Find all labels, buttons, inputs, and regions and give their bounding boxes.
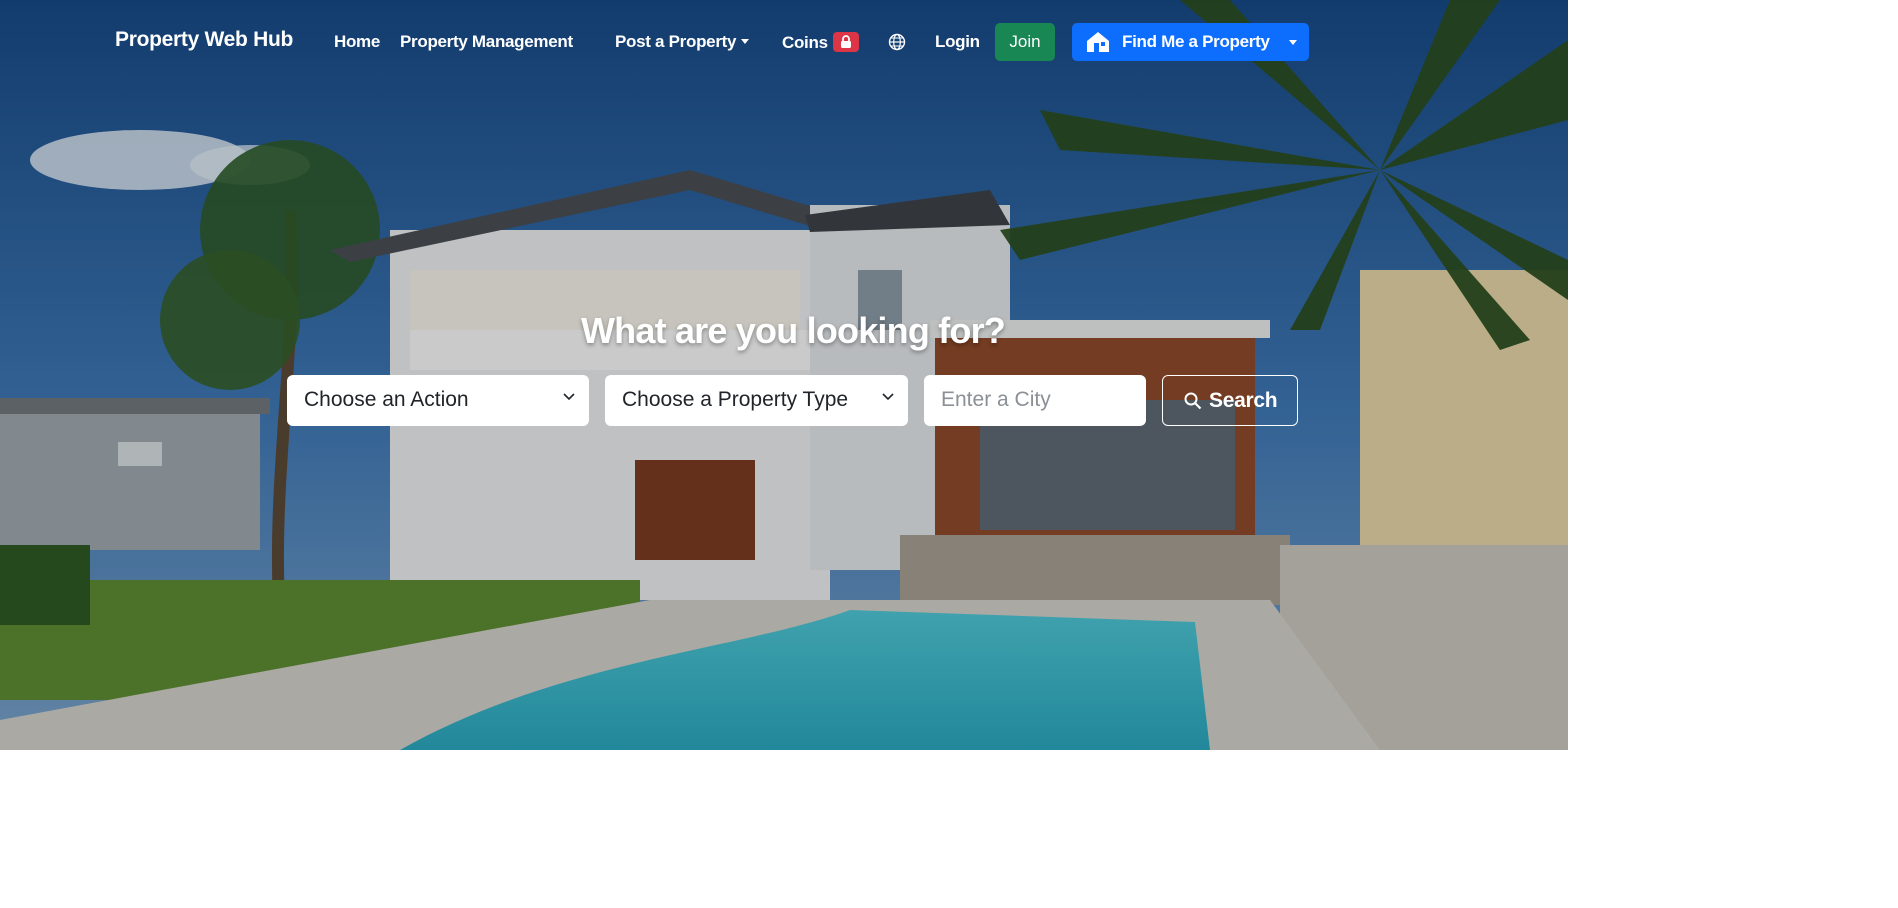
navbar: Property Web Hub Home Property Managemen… bbox=[0, 0, 1568, 84]
hero-headline: What are you looking for? bbox=[580, 310, 1006, 351]
caret-down-icon bbox=[741, 39, 750, 44]
search-button-label: Search bbox=[1209, 389, 1278, 412]
city-input[interactable]: Enter a City bbox=[924, 375, 1146, 426]
house-icon bbox=[1087, 32, 1109, 52]
lock-icon bbox=[840, 35, 851, 48]
nav-post-property-label: Post a Property bbox=[615, 32, 737, 51]
search-button[interactable]: Search bbox=[1162, 375, 1298, 426]
nav-home[interactable]: Home bbox=[334, 32, 380, 52]
join-button[interactable]: Join bbox=[995, 23, 1055, 61]
property-type-select-value: Choose a Property Type bbox=[622, 388, 849, 411]
search-icon bbox=[1184, 392, 1202, 410]
caret-down-icon bbox=[1289, 40, 1297, 45]
nav-coins-label: Coins bbox=[782, 33, 828, 52]
find-me-property-button[interactable]: Find Me a Property bbox=[1072, 23, 1309, 61]
action-select[interactable]: Choose an Action bbox=[287, 375, 589, 426]
chevron-down-icon bbox=[882, 393, 894, 401]
lock-badge bbox=[832, 32, 859, 52]
brand-logo-text[interactable]: Property Web Hub bbox=[115, 28, 293, 52]
find-me-property-label: Find Me a Property bbox=[1122, 32, 1270, 51]
nav-post-property-dropdown[interactable]: Post a Property bbox=[615, 32, 750, 52]
globe-icon[interactable] bbox=[888, 33, 906, 51]
action-select-value: Choose an Action bbox=[304, 388, 469, 411]
chevron-down-icon bbox=[563, 393, 575, 401]
hero-section: Property Web Hub Home Property Managemen… bbox=[0, 0, 1568, 750]
nav-property-management[interactable]: Property Management bbox=[400, 32, 573, 52]
nav-coins[interactable]: Coins bbox=[782, 32, 859, 53]
nav-login[interactable]: Login bbox=[935, 32, 980, 52]
property-type-select[interactable]: Choose a Property Type bbox=[605, 375, 908, 426]
